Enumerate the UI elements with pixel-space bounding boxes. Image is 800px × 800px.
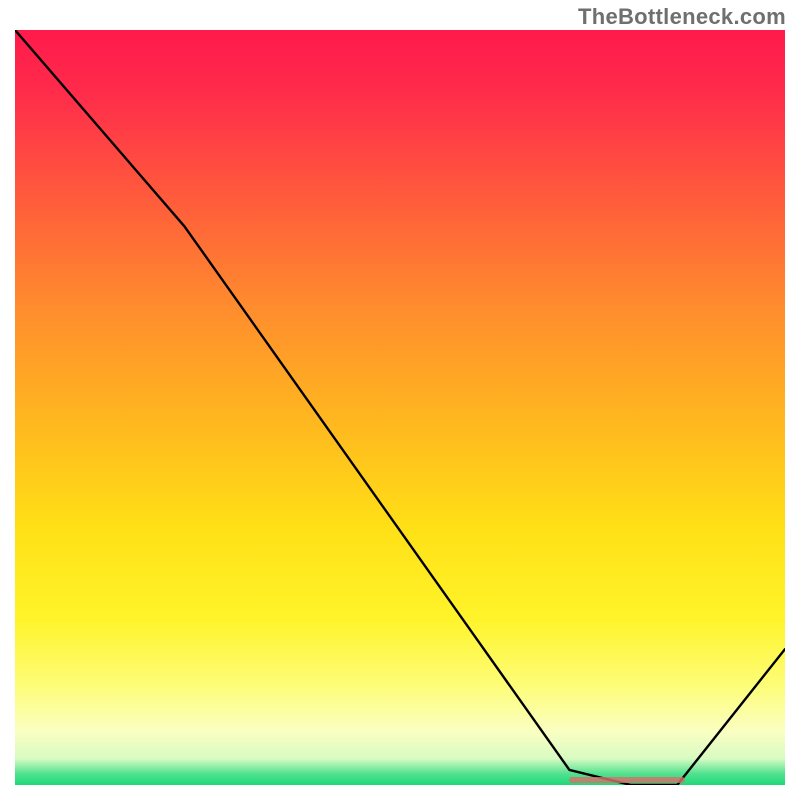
bottleneck-curve-path bbox=[15, 30, 785, 785]
chart-plot-area bbox=[15, 30, 785, 785]
chart-line-svg bbox=[15, 30, 785, 785]
optimal-range-marker bbox=[569, 777, 685, 783]
watermark-text: TheBottleneck.com bbox=[578, 4, 786, 30]
